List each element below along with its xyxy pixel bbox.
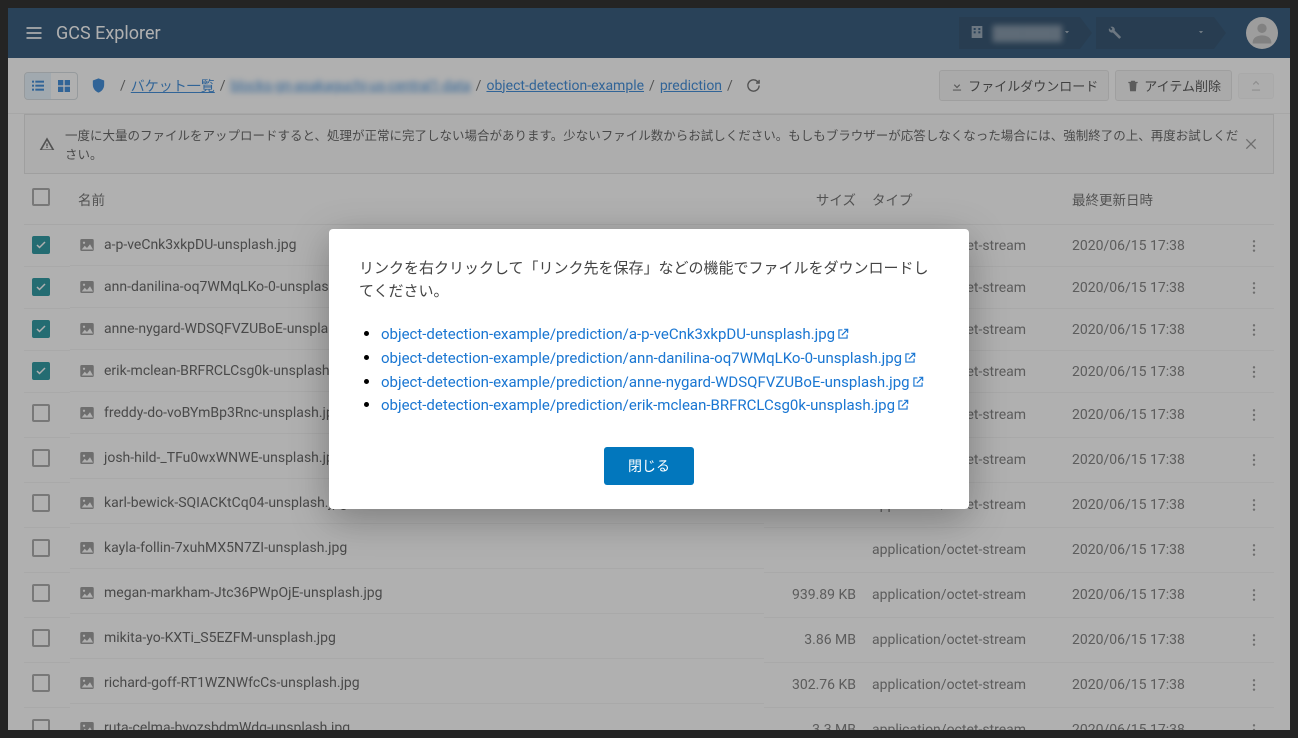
open-in-new-icon [896, 398, 910, 412]
download-modal: リンクを右クリックして「リンク先を保存」などの機能でファイルをダウンロードしてく… [329, 229, 969, 509]
open-in-new-icon [911, 375, 925, 389]
modal-message: リンクを右クリックして「リンク先を保存」などの機能でファイルをダウンロードしてく… [359, 257, 939, 302]
download-link[interactable]: object-detection-example/prediction/anne… [381, 373, 925, 391]
open-in-new-icon [903, 351, 917, 365]
modal-overlay: リンクを右クリックして「リンク先を保存」などの機能でファイルをダウンロードしてく… [0, 0, 1298, 738]
modal-close-button[interactable]: 閉じる [604, 447, 694, 485]
download-link[interactable]: object-detection-example/prediction/erik… [381, 396, 910, 414]
download-link[interactable]: object-detection-example/prediction/ann-… [381, 349, 917, 367]
open-in-new-icon [836, 327, 850, 341]
download-link[interactable]: object-detection-example/prediction/a-p-… [381, 325, 850, 343]
